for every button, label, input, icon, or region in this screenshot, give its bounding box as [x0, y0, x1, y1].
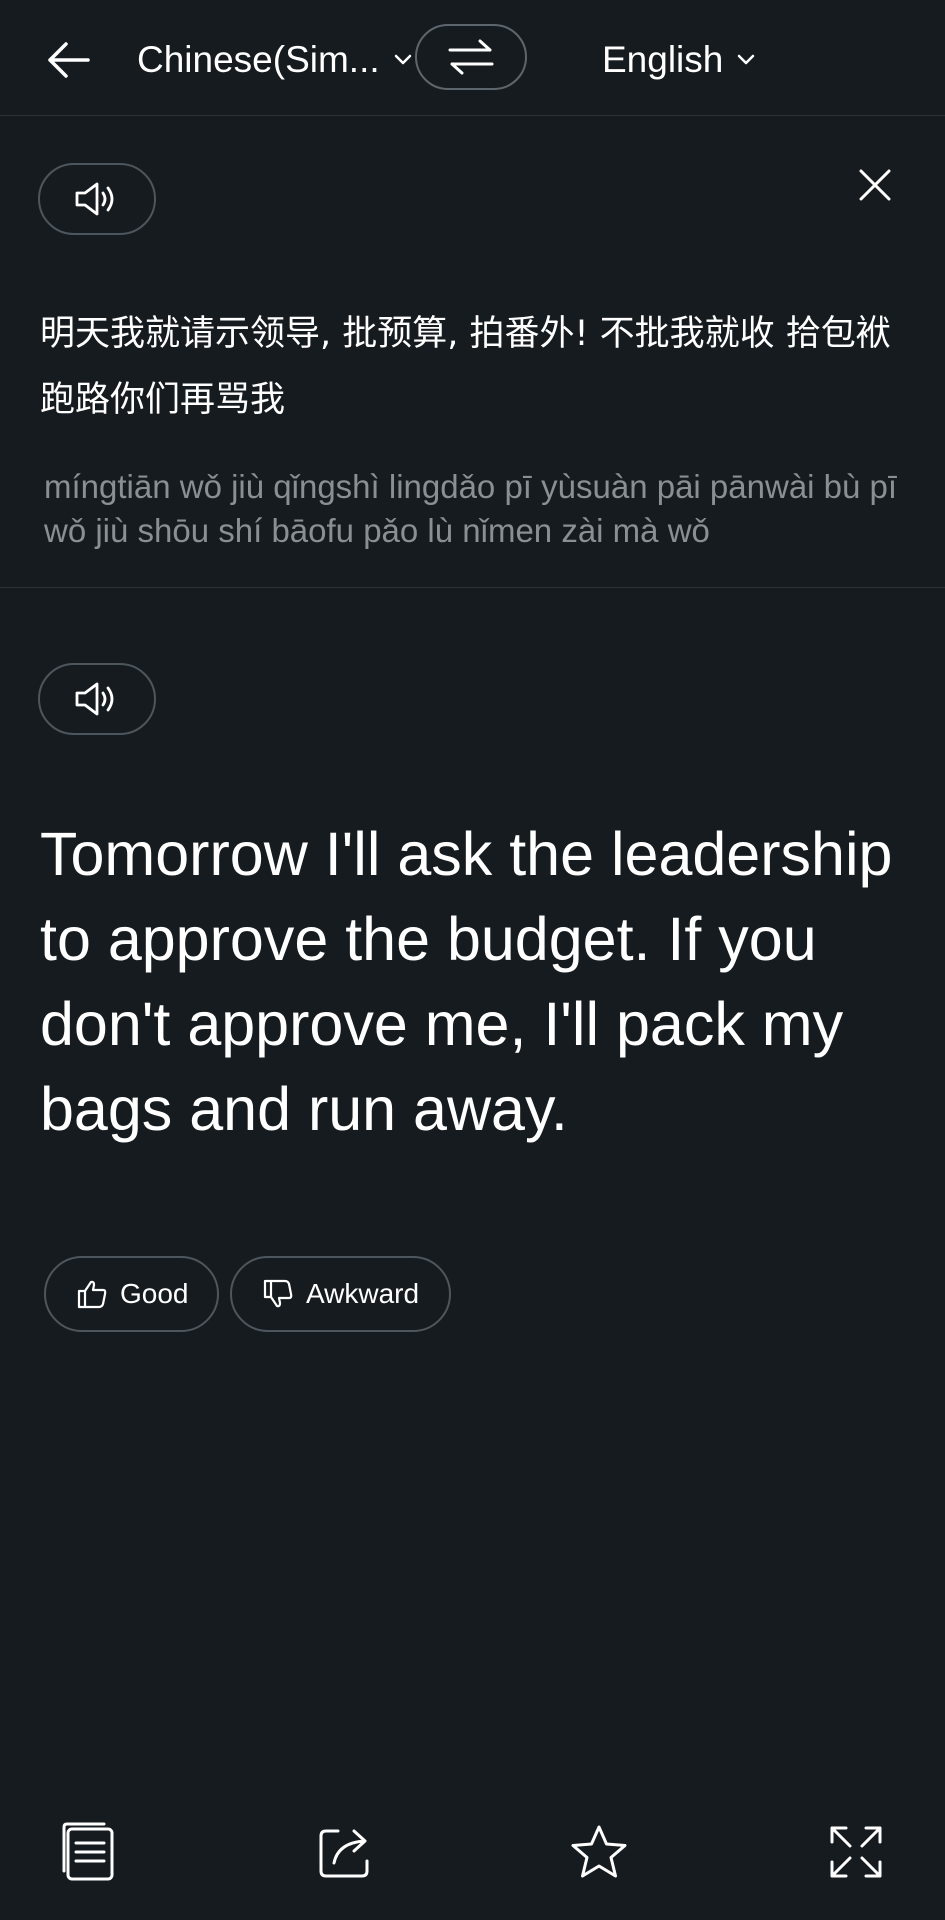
close-icon [859, 169, 891, 201]
thumbs-down-icon [262, 1279, 294, 1309]
target-language-label: English [602, 39, 724, 80]
good-label: Good [120, 1278, 189, 1309]
speaker-icon [75, 682, 114, 716]
awkward-label: Awkward [306, 1278, 420, 1309]
source-speak-button[interactable] [38, 163, 156, 235]
share-button[interactable] [313, 1820, 377, 1884]
arrow-left-icon [48, 42, 90, 78]
target-language-selector[interactable]: English [602, 34, 755, 86]
clear-button[interactable] [851, 161, 899, 209]
top-bar: Chinese(Sim... English [0, 0, 945, 116]
favorite-button[interactable] [567, 1820, 631, 1884]
source-language-selector[interactable]: Chinese(Sim... [137, 34, 412, 86]
swap-arrows-icon [448, 39, 494, 75]
star-icon [571, 1825, 627, 1878]
chevron-down-icon [394, 54, 412, 66]
source-language-label: Chinese(Sim... [137, 39, 380, 80]
copy-icon [62, 1822, 114, 1881]
source-text[interactable]: 明天我就请示领导, 批预算, 拍番外! 不批我就收 拾包袱跑路你们再骂我 [40, 301, 900, 433]
translation-speak-button[interactable] [38, 663, 156, 735]
copy-button[interactable] [57, 1820, 121, 1884]
swap-languages-button[interactable] [415, 24, 527, 90]
back-button[interactable] [40, 32, 96, 88]
pinyin-text: míngtiān wǒ jiù qǐngshì lingdǎo pī yùsuà… [44, 468, 898, 549]
bottom-toolbar [0, 1800, 945, 1900]
awkward-feedback-button[interactable]: Awkward [230, 1256, 451, 1332]
fullscreen-icon [830, 1826, 882, 1878]
speaker-icon [75, 182, 114, 216]
thumbs-up-icon [76, 1279, 108, 1309]
chevron-down-icon [737, 54, 755, 66]
fullscreen-button[interactable] [824, 1820, 888, 1884]
translation-text: Tomorrow I'll ask the leadership to appr… [40, 820, 893, 1143]
share-icon [319, 1829, 369, 1878]
good-feedback-button[interactable]: Good [44, 1256, 219, 1332]
source-panel: 明天我就请示领导, 批预算, 拍番外! 不批我就收 拾包袱跑路你们再骂我 mín… [0, 115, 945, 588]
